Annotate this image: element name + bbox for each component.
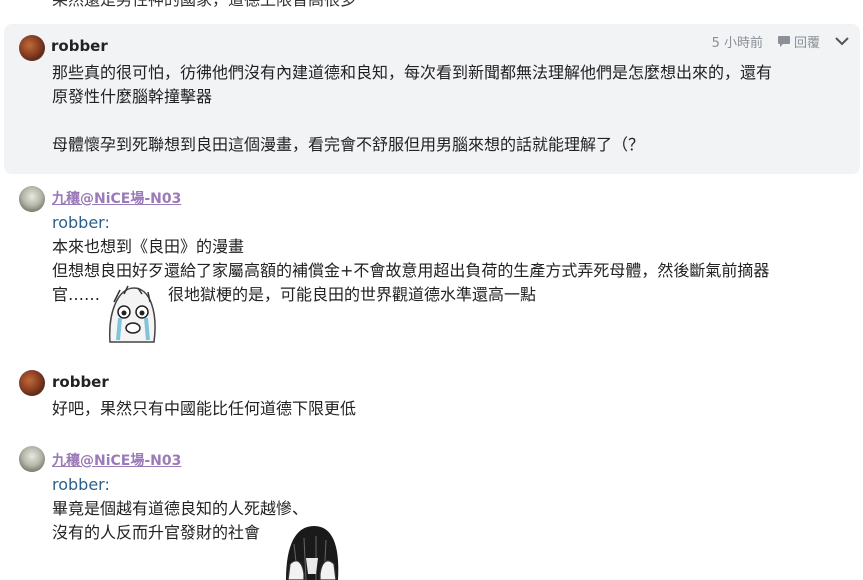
comment-author[interactable]: robber bbox=[52, 373, 109, 391]
quoted-user: robber: bbox=[52, 213, 110, 232]
comment-line: 好吧，果然只有中國能比任何道德下限更低 bbox=[52, 399, 357, 418]
comment-line: 但想想良田好歹還給了家屬高額的補償金+不會故意用超出負荷的生產方式弄死母體，然後… bbox=[52, 261, 770, 280]
comment-line: 官…… bbox=[52, 285, 101, 304]
comment-meta: 5 小時前 回覆 bbox=[712, 32, 850, 51]
comment-line bbox=[52, 109, 852, 133]
chevron-down-icon[interactable] bbox=[834, 34, 850, 50]
crying-sticker-image bbox=[104, 282, 160, 346]
avatar[interactable] bbox=[19, 446, 45, 472]
comment-author[interactable]: 九穰@NiCE場-N03 bbox=[52, 188, 181, 208]
comment-line: 原發性什麼腦幹撞擊器 bbox=[52, 87, 213, 106]
comment-timestamp: 5 小時前 bbox=[711, 36, 763, 51]
comment-card: 九穰@NiCE場-N03 robber: 本來也想到《良田》的漫畫 但想想良田好… bbox=[0, 182, 863, 352]
quoted-user: robber: bbox=[52, 475, 110, 494]
comment-line: 很地獄梗的是，可能良田的世界觀道德水準還高一點 bbox=[168, 285, 537, 304]
avatar[interactable] bbox=[19, 35, 45, 61]
comment-line: 畢竟是個越有道德良知的人死越慘、 bbox=[52, 499, 309, 518]
comment-body: robber: 畢竟是個越有道德良知的人死越慘、 沒有的人反而升官發財的社會 bbox=[52, 473, 852, 545]
previous-comment-text: 果然還是男性神的國家，道德上限普高很多 bbox=[52, 0, 356, 12]
comment-card: robber 5 小時前 回覆 那些真的很可怕，彷彿他們沒有內建道德和良知，每次… bbox=[4, 24, 860, 174]
comment-line: 沒有的人反而升官發財的社會 bbox=[52, 523, 261, 542]
comment-line: 本來也想到《良田》的漫畫 bbox=[52, 237, 245, 256]
comment-card: 九穰@NiCE場-N03 robber: 畢竟是個越有道德良知的人死越慘、 沒有… bbox=[0, 444, 863, 580]
avatar[interactable] bbox=[19, 370, 45, 396]
comment-author[interactable]: 九穰@NiCE場-N03 bbox=[52, 450, 181, 470]
comment-author[interactable]: robber bbox=[51, 37, 108, 55]
reply-label: 回覆 bbox=[793, 36, 820, 51]
comment-line: 母體懷孕到死聯想到良田這個漫畫，看完會不舒服但用男腦來想的話就能理解了（？ bbox=[52, 135, 645, 154]
despair-sticker-image bbox=[280, 524, 344, 580]
avatar[interactable] bbox=[19, 186, 45, 212]
comment-line: 那些真的很可怕，彷彿他們沒有內建道德和良知，每次看到新聞都無法理解他們是怎麼想出… bbox=[52, 63, 773, 82]
comment-body: 好吧，果然只有中國能比任何道德下限更低 bbox=[52, 397, 852, 421]
comment-body: 那些真的很可怕，彷彿他們沒有內建道德和良知，每次看到新聞都無法理解他們是怎麼想出… bbox=[52, 61, 852, 157]
reply-button[interactable]: 回覆 bbox=[777, 32, 820, 51]
comment-card: robber 好吧，果然只有中國能比任何道德下限更低 bbox=[0, 368, 863, 428]
comment-body: robber: 本來也想到《良田》的漫畫 但想想良田好歹還給了家屬高額的補償金+… bbox=[52, 211, 852, 307]
reply-icon bbox=[777, 36, 790, 47]
